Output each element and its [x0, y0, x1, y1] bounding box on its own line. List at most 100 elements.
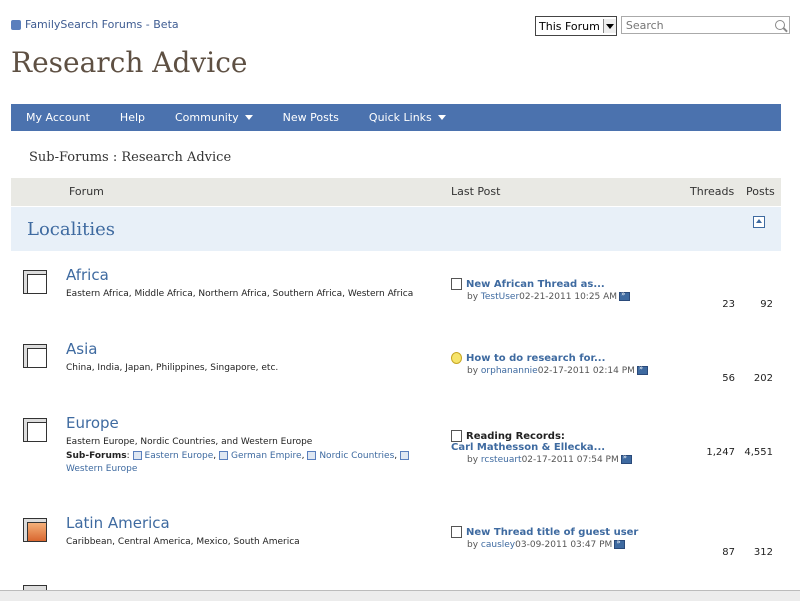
nav-item-label: New Posts — [282, 111, 339, 124]
last-post-user-link[interactable]: causley — [481, 540, 515, 550]
nav-item-community[interactable]: Community — [160, 104, 268, 131]
last-post: New African Thread as... by TestUser02-2… — [451, 278, 701, 302]
forum-status-icon-new — [23, 518, 49, 544]
go-to-last-post-icon[interactable] — [636, 364, 648, 375]
browser-status-bar — [0, 590, 800, 601]
subforum-icon — [132, 451, 142, 460]
forum-row-europe: Europe Eastern Europe, Nordic Countries,… — [11, 414, 781, 504]
nav-item-help[interactable]: Help — [105, 104, 160, 131]
last-post-date: 02-21-2011 — [519, 292, 572, 302]
last-post-user-link[interactable]: rcsteuart — [481, 455, 522, 465]
last-post-time: 03:47 PM — [570, 540, 613, 550]
page-title: Research Advice — [11, 46, 248, 79]
chevron-down-icon[interactable] — [602, 19, 616, 33]
search-area: This Forum — [535, 16, 790, 36]
last-post-title-prefix: Reading Records: — [466, 431, 565, 442]
last-post-by: by — [467, 540, 481, 550]
search-scope-select[interactable]: This Forum — [535, 16, 617, 36]
post-count: 92 — [760, 299, 773, 310]
section-header-localities: Localities — [11, 207, 781, 251]
subforum-icon — [400, 451, 410, 460]
nav-item-new-posts[interactable]: New Posts — [268, 104, 354, 131]
forum-status-icon — [23, 418, 49, 444]
lightbulb-icon — [451, 352, 462, 364]
thread-count: 87 — [722, 547, 735, 558]
col-header-posts: Posts — [746, 185, 775, 198]
subforum-link[interactable]: German Empire — [231, 451, 302, 461]
document-icon — [451, 278, 462, 290]
last-post-time: 07:54 PM — [576, 455, 619, 465]
nav-item-label: Quick Links — [368, 111, 432, 124]
forum-status-icon — [23, 270, 49, 296]
last-post-by: by — [467, 455, 481, 465]
subforums-label: Sub-Forums — [66, 451, 127, 461]
logo-text[interactable]: FamilySearch Forums - Beta — [25, 18, 179, 31]
last-post: How to do research for... by orphanannie… — [451, 352, 701, 376]
last-post-title-link[interactable]: New Thread title of guest user — [466, 527, 638, 538]
go-to-last-post-icon[interactable] — [614, 538, 626, 549]
nav-item-label: My Account — [26, 111, 90, 124]
forum-link-asia[interactable]: Asia — [66, 340, 97, 358]
document-icon — [451, 430, 462, 442]
post-count: 312 — [753, 547, 773, 558]
logo-icon — [11, 19, 21, 30]
subforum-link[interactable]: Nordic Countries — [319, 451, 394, 461]
forum-description: Eastern Europe, Nordic Countries, and We… — [66, 437, 313, 447]
caret-down-icon — [244, 115, 253, 120]
site-logo[interactable]: FamilySearch Forums - Beta — [11, 18, 179, 31]
forum-description: Eastern Africa, Middle Africa, Northern … — [66, 289, 414, 299]
last-post: New Thread title of guest user by causle… — [451, 526, 701, 550]
nav-item-label: Help — [119, 111, 145, 124]
last-post-date: 03-09-2011 — [515, 540, 568, 550]
table-header: Forum Last Post Threads Posts — [11, 178, 781, 206]
subforum-link[interactable]: Western Europe — [66, 464, 137, 474]
search-box[interactable] — [620, 16, 790, 34]
nav-item-my-account[interactable]: My Account — [11, 104, 105, 131]
document-icon — [451, 526, 462, 538]
last-post-user-link[interactable]: orphanannie — [481, 366, 538, 376]
subforum-link[interactable]: Eastern Europe — [145, 451, 214, 461]
nav-item-quick-links[interactable]: Quick Links — [354, 104, 461, 131]
col-header-threads: Threads — [690, 185, 735, 198]
post-count: 4,551 — [744, 447, 773, 458]
forum-status-icon — [23, 344, 49, 370]
last-post-title-link[interactable]: How to do research for... — [466, 353, 605, 364]
thread-count: 56 — [722, 373, 735, 384]
section-title[interactable]: Localities — [27, 219, 115, 240]
last-post-date: 02-17-2011 — [521, 455, 574, 465]
breadcrumb: Sub-Forums : Research Advice — [29, 150, 232, 165]
last-post-title-link[interactable]: New African Thread as... — [466, 279, 605, 290]
nav-bar: My Account Help Community New Posts Quic… — [11, 104, 781, 131]
last-post-time: 10:25 AM — [574, 292, 618, 302]
forum-description: China, India, Japan, Philippines, Singap… — [66, 363, 279, 373]
forum-description: Caribbean, Central America, Mexico, Sout… — [66, 537, 300, 547]
go-to-last-post-icon[interactable] — [620, 453, 632, 464]
search-icon[interactable] — [774, 20, 785, 30]
thread-count: 23 — [722, 299, 735, 310]
forum-link-europe[interactable]: Europe — [66, 414, 119, 432]
subforum-icon — [218, 451, 228, 460]
col-header-forum: Forum — [69, 185, 104, 198]
go-to-last-post-icon[interactable] — [619, 290, 631, 301]
forum-link-africa[interactable]: Africa — [66, 266, 109, 284]
col-header-last-post: Last Post — [451, 185, 501, 198]
last-post-by: by — [467, 292, 481, 302]
last-post-user-link[interactable]: TestUser — [481, 292, 519, 302]
last-post: Reading Records: Carl Mathesson & Elleck… — [451, 430, 701, 465]
thread-count: 1,247 — [706, 447, 735, 458]
last-post-title-link[interactable]: Carl Mathesson & Ellecka... — [451, 442, 605, 453]
last-post-by: by — [467, 366, 481, 376]
search-scope-value: This Forum — [539, 19, 600, 33]
top-bar: FamilySearch Forums - Beta This Forum — [0, 0, 800, 44]
search-input[interactable] — [625, 18, 766, 32]
last-post-time: 02:14 PM — [592, 366, 635, 376]
subforums-list: Sub-Forums: Eastern Europe, German Empir… — [66, 450, 446, 476]
forum-link-latin-america[interactable]: Latin America — [66, 514, 170, 532]
subforum-icon — [307, 451, 317, 460]
last-post-date: 02-17-2011 — [537, 366, 591, 376]
collapse-icon[interactable] — [753, 216, 765, 228]
caret-down-icon — [437, 115, 446, 120]
post-count: 202 — [753, 373, 773, 384]
forum-row-asia: Asia China, India, Japan, Philippines, S… — [11, 340, 781, 414]
nav-item-label: Community — [175, 111, 239, 124]
